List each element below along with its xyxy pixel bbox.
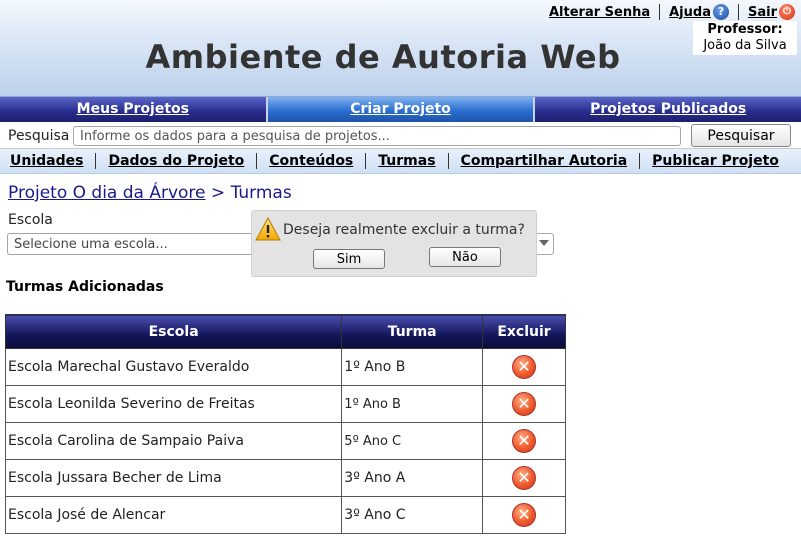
column-header-turma: Turma [341,314,484,349]
table-row: Escola Jussara Becher de Lima 3º Ano A ✕ [4,459,566,497]
table-row: Escola José de Alencar 3º Ano C ✕ [4,496,566,534]
divider [659,4,661,20]
cell-escola: Escola Leonilda Severino de Freitas [4,385,343,423]
subnav-item-dados-do-projeto[interactable]: Dados do Projeto [96,153,258,169]
subnav-item-conteudos[interactable]: Conteúdos [257,153,367,169]
confirm-yes-button[interactable]: Sim [313,249,385,269]
tab-projetos-publicados[interactable]: Projetos Publicados [535,97,801,122]
confirm-no-button[interactable]: Não [429,247,501,267]
app-header: Alterar Senha Ajuda ? Sair ⏻ Professor: … [0,0,801,97]
classes-title: Turmas Adicionadas [6,279,164,295]
delete-icon[interactable]: ✕ [512,503,537,527]
main-nav: Meus Projetos Criar Projeto Projetos Pub… [0,97,801,122]
help-link[interactable]: Ajuda [669,5,711,20]
confirm-dialog: Deseja realmente excluir a turma? Sim Nã… [251,210,537,277]
table-row: Escola Leonilda Severino de Freitas 1º A… [4,385,566,423]
cell-excluir: ✕ [482,496,566,534]
subnav-item-unidades[interactable]: Unidades [0,153,97,169]
cell-turma: 3º Ano A [341,459,484,497]
table-header-row: Escola Turma Excluir [4,314,566,349]
logout-link[interactable]: Sair [748,5,777,20]
cell-turma: 3º Ano C [341,496,484,534]
cell-escola: Escola Jussara Becher de Lima [4,459,343,497]
subnav-item-publicar-projeto[interactable]: Publicar Projeto [640,153,791,169]
subnav-item-compartilhar-autoria[interactable]: Compartilhar Autoria [449,153,641,169]
dialog-message: Deseja realmente excluir a turma? [283,222,525,238]
search-label: Pesquisa [8,128,70,144]
cell-excluir: ✕ [482,422,566,460]
cell-excluir: ✕ [482,348,566,386]
search-input[interactable] [73,126,681,146]
change-password-link[interactable]: Alterar Senha [549,5,650,20]
sub-nav: Unidades Dados do Projeto Conteúdos Turm… [0,149,801,174]
top-links: Alterar Senha Ajuda ? Sair ⏻ [549,4,795,20]
divider [737,4,739,20]
classes-table: Escola Turma Excluir Escola Marechal Gus… [4,314,566,534]
tab-meus-projetos[interactable]: Meus Projetos [0,97,268,122]
help-icon[interactable]: ? [712,4,729,20]
table-row: Escola Carolina de Sampaio Paiva 5º Ano … [4,422,566,460]
delete-icon[interactable]: ✕ [512,355,537,379]
warning-icon [255,217,281,241]
column-header-excluir: Excluir [482,314,566,349]
professor-label: Professor: [707,22,783,37]
subnav-item-turmas[interactable]: Turmas [366,153,449,169]
school-label: Escola [8,212,53,228]
column-header-escola: Escola [4,314,343,349]
cell-escola: Escola Carolina de Sampaio Paiva [4,422,343,460]
page-title: Ambiente de Autoria Web [145,38,621,76]
tab-criar-projeto[interactable]: Criar Projeto [267,97,536,122]
delete-icon[interactable]: ✕ [512,466,537,490]
cell-turma: 1º Ano B [341,385,484,423]
delete-icon[interactable]: ✕ [512,392,537,416]
search-bar: Pesquisa Pesquisar [0,122,801,149]
cell-turma: 1º Ano B [341,348,484,386]
cell-excluir: ✕ [482,385,566,423]
delete-icon[interactable]: ✕ [512,429,537,453]
cell-turma: 5º Ano C [341,422,484,460]
cell-escola: Escola Marechal Gustavo Everaldo [4,348,343,386]
breadcrumb: Projeto O dia da Árvore > Turmas [8,183,292,203]
search-button[interactable]: Pesquisar [691,124,791,147]
table-row: Escola Marechal Gustavo Everaldo 1º Ano … [4,348,566,386]
school-select-placeholder: Selecione uma escola... [14,237,168,252]
breadcrumb-project-link[interactable]: Projeto O dia da Árvore [8,183,206,203]
chevron-down-icon [539,240,549,246]
cell-excluir: ✕ [482,459,566,497]
breadcrumb-current: > Turmas [205,183,292,203]
power-icon[interactable]: ⏻ [779,4,795,20]
cell-escola: Escola José de Alencar [4,496,343,534]
